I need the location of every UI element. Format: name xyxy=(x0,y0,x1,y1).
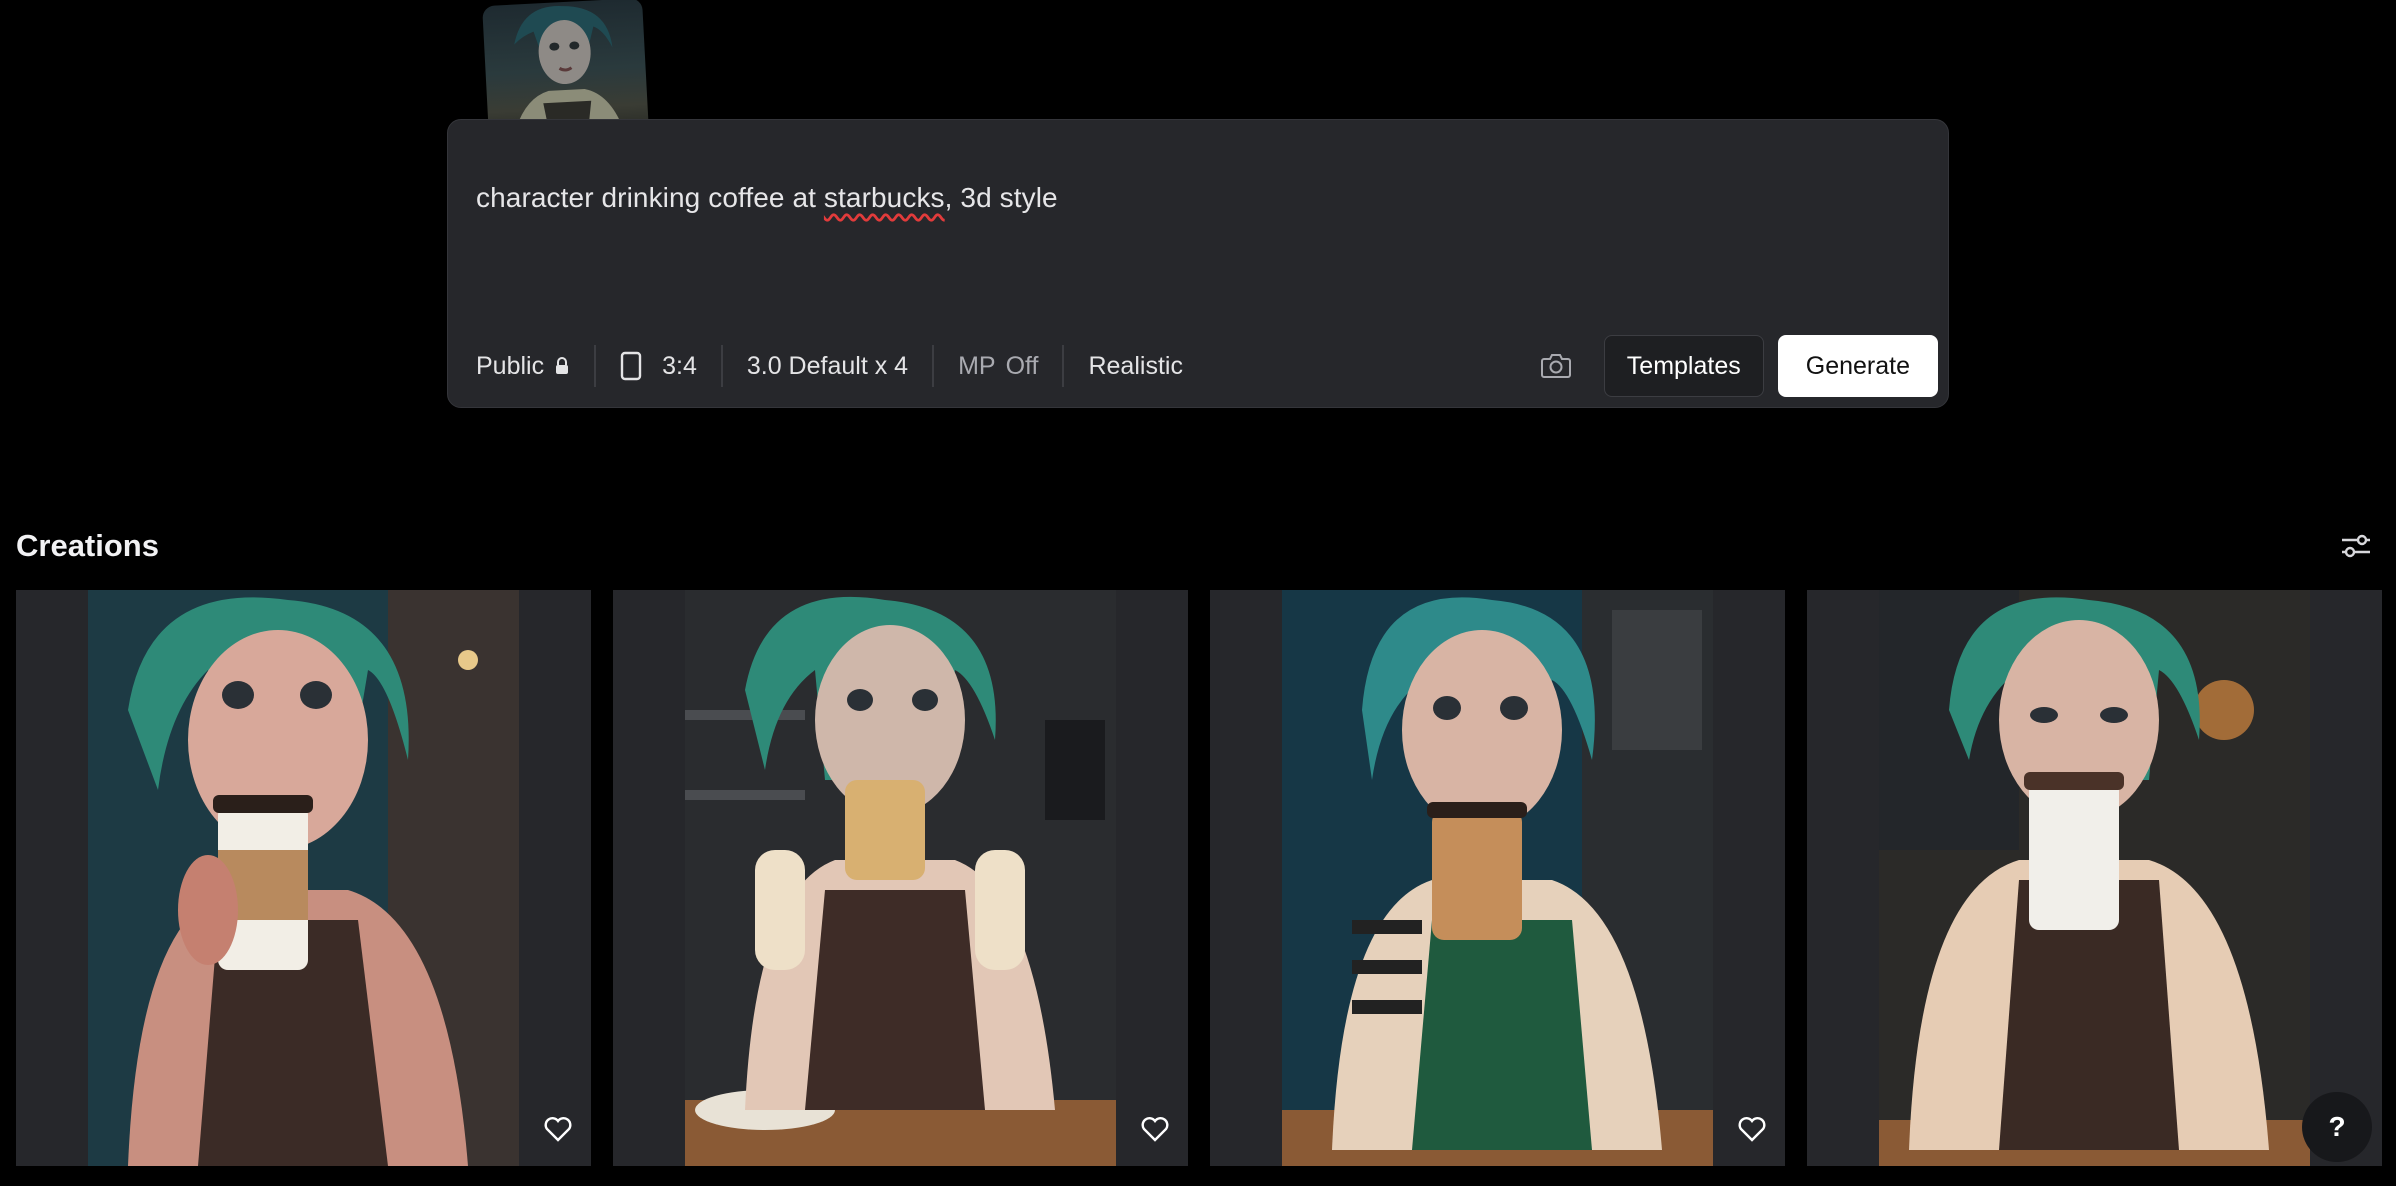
creation-image[interactable] xyxy=(685,590,1116,1166)
creation-image[interactable] xyxy=(1282,590,1713,1166)
mp-toggle[interactable]: MP Off xyxy=(958,346,1038,386)
portrait-frame-icon xyxy=(620,351,642,381)
heart-icon xyxy=(544,1117,572,1142)
help-button[interactable]: ? xyxy=(2302,1092,2372,1162)
image-upload-button[interactable] xyxy=(1528,338,1584,394)
mp-value: Off xyxy=(1005,351,1039,380)
toolbar-divider xyxy=(594,345,597,387)
character-coffee-image-icon xyxy=(685,590,1116,1166)
filter-button[interactable] xyxy=(2338,528,2374,564)
toolbar-divider xyxy=(932,345,935,387)
prompt-input[interactable]: character drinking coffee at starbucks, … xyxy=(476,182,1058,214)
heart-icon xyxy=(1141,1117,1169,1142)
creation-image[interactable] xyxy=(1879,590,2310,1166)
toolbar-divider xyxy=(1062,345,1065,387)
favorite-button[interactable] xyxy=(1731,1108,1773,1150)
creation-card[interactable] xyxy=(613,590,1188,1166)
creation-card[interactable] xyxy=(16,590,591,1166)
creations-grid xyxy=(16,590,2382,1166)
style-selector[interactable]: Realistic xyxy=(1088,346,1182,386)
creation-image[interactable] xyxy=(88,590,519,1166)
aspect-ratio-value: 3:4 xyxy=(662,351,697,380)
favorite-button[interactable] xyxy=(1134,1108,1176,1150)
sliders-icon xyxy=(2342,534,2370,558)
mp-label: MP xyxy=(958,351,996,380)
creation-card[interactable] xyxy=(1210,590,1785,1166)
creations-heading: Creations xyxy=(16,528,159,563)
camera-icon xyxy=(1540,354,1571,378)
generate-button[interactable]: Generate xyxy=(1777,335,1938,397)
prompt-toolbar: Public 3:4 3.0 Default x 4 MP Off Realis… xyxy=(476,335,1938,397)
toolbar-divider xyxy=(720,345,723,387)
visibility-toggle[interactable]: Public xyxy=(476,346,570,386)
model-selector[interactable]: 3.0 Default x 4 xyxy=(747,346,908,386)
lock-icon xyxy=(556,357,569,374)
prompt-panel: character drinking coffee at starbucks, … xyxy=(447,119,1949,408)
model-value: 3.0 Default x 4 xyxy=(746,351,909,380)
heart-icon xyxy=(1738,1117,1766,1142)
prompt-text-start: character drinking coffee at xyxy=(476,182,824,213)
prompt-text-misspelled-word: starbucks xyxy=(823,182,945,213)
visibility-label: Public xyxy=(476,351,545,380)
character-coffee-image-icon xyxy=(1879,590,2310,1166)
creation-card[interactable] xyxy=(1807,590,2382,1166)
character-coffee-image-icon xyxy=(1282,590,1713,1166)
prompt-text-end: , 3d style xyxy=(944,182,1058,213)
templates-button[interactable]: Templates xyxy=(1603,335,1764,397)
aspect-ratio-selector[interactable]: 3:4 xyxy=(620,346,697,386)
character-coffee-image-icon xyxy=(88,590,519,1166)
favorite-button[interactable] xyxy=(537,1108,579,1150)
style-value: Realistic xyxy=(1088,351,1183,380)
